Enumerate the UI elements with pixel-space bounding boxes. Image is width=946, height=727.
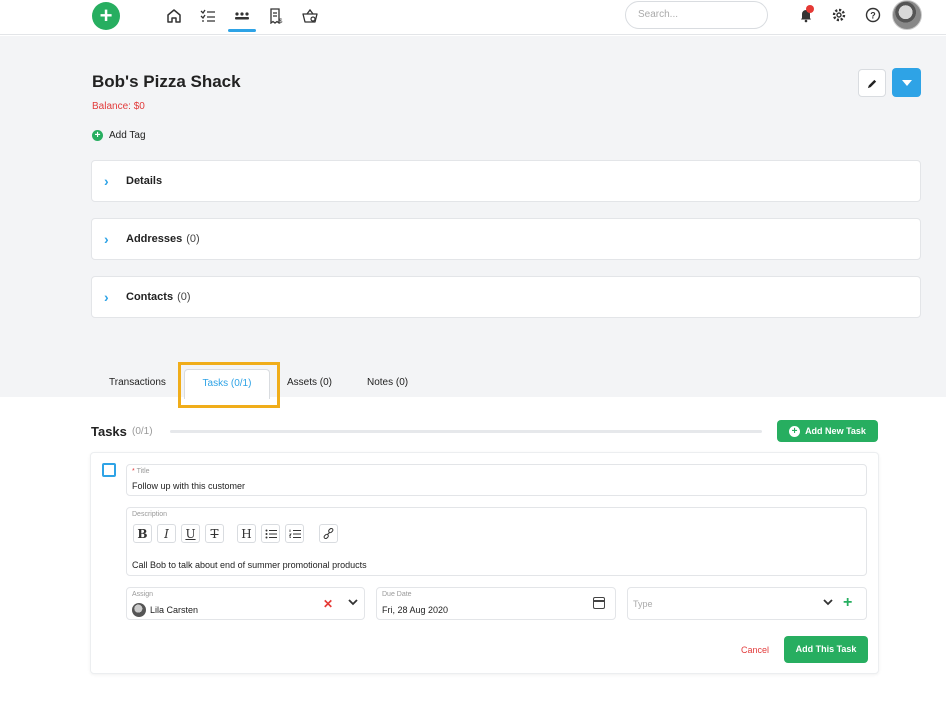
svg-text:?: ?: [870, 11, 876, 21]
addresses-panel[interactable]: › Addresses (0): [91, 218, 921, 260]
panel-label: Details: [126, 175, 163, 187]
tasks-progress-bar: [170, 430, 762, 433]
due-date-value: Fri, 28 Aug 2020: [382, 605, 449, 615]
due-date-label: Due Date: [382, 591, 412, 598]
assignee-avatar: [132, 603, 146, 617]
chevron-right-icon: ›: [104, 289, 109, 305]
chevron-down-icon[interactable]: [348, 598, 358, 609]
type-placeholder: Type: [633, 599, 653, 609]
task-description-label: Description: [132, 511, 168, 518]
bold-button[interactable]: B: [133, 524, 152, 543]
bullet-list-button[interactable]: [261, 524, 280, 543]
panel-label: Contacts: [126, 291, 174, 303]
tasks-heading: Tasks: [91, 424, 127, 439]
strikethrough-button[interactable]: T: [205, 524, 224, 543]
panel-count: (0): [186, 233, 200, 245]
caret-down-icon: [901, 79, 912, 86]
task-title-label: * Title: [132, 468, 150, 475]
svg-text:$: $: [279, 19, 283, 24]
contacts-icon[interactable]: [232, 6, 252, 26]
add-type-icon[interactable]: +: [843, 594, 852, 612]
add-tag-label: Add Tag: [109, 130, 146, 141]
user-avatar[interactable]: [892, 0, 922, 30]
task-list-icon[interactable]: [198, 6, 218, 26]
basket-icon[interactable]: [300, 6, 320, 26]
due-date-field[interactable]: [376, 587, 616, 620]
italic-button[interactable]: I: [157, 524, 176, 543]
task-complete-checkbox[interactable]: [102, 463, 116, 477]
assign-value: Lila Carsten: [150, 605, 199, 615]
add-tag-link[interactable]: + Add Tag: [92, 130, 146, 141]
cancel-link[interactable]: Cancel: [741, 645, 769, 655]
panel-count: (0): [177, 291, 191, 303]
settings-gear-icon[interactable]: [829, 5, 849, 25]
assign-label: Assign: [132, 591, 154, 598]
link-button[interactable]: [319, 524, 338, 543]
add-new-task-button[interactable]: + Add New Task: [777, 420, 878, 442]
tasks-count: (0/1): [132, 426, 153, 437]
tab-notes[interactable]: Notes (0): [367, 377, 408, 388]
chevron-right-icon: ›: [104, 231, 109, 247]
home-icon[interactable]: [164, 6, 184, 26]
numbered-list-icon: [288, 529, 301, 538]
underline-button[interactable]: U: [181, 524, 200, 543]
heading-button[interactable]: H: [237, 524, 256, 543]
help-icon[interactable]: ?: [863, 5, 883, 25]
notification-badge: [806, 5, 814, 13]
numbered-list-button[interactable]: [285, 524, 304, 543]
search-input[interactable]: Search...: [625, 1, 768, 29]
clear-assign-icon[interactable]: ✕: [323, 597, 333, 611]
top-navbar: + $ Search... ?: [0, 0, 946, 35]
task-description-value: Call Bob to talk about end of summer pro…: [132, 560, 367, 570]
chevron-down-icon[interactable]: [823, 598, 833, 609]
details-panel[interactable]: › Details: [91, 160, 921, 202]
task-title-field[interactable]: [126, 464, 867, 496]
active-nav-indicator: [228, 29, 256, 32]
panel-label: Addresses: [126, 233, 183, 245]
tab-transactions[interactable]: Transactions: [109, 377, 166, 388]
link-icon: [323, 528, 334, 539]
add-new-task-label: Add New Task: [805, 426, 866, 436]
actions-dropdown-button[interactable]: [892, 68, 921, 97]
invoice-icon[interactable]: $: [266, 6, 286, 26]
tab-highlight-box: [178, 362, 280, 408]
bullet-list-icon: [265, 529, 277, 538]
tab-assets[interactable]: Assets (0): [287, 377, 332, 388]
plus-circle-icon: +: [789, 425, 801, 437]
create-new-button[interactable]: +: [92, 2, 120, 30]
edit-button[interactable]: [858, 69, 886, 97]
add-this-task-button[interactable]: Add This Task: [784, 636, 868, 663]
plus-circle-icon: +: [92, 130, 103, 141]
chevron-right-icon: ›: [104, 173, 109, 189]
calendar-icon[interactable]: [593, 597, 605, 609]
pencil-icon: [867, 79, 876, 88]
page-title: Bob's Pizza Shack: [92, 72, 241, 91]
contacts-panel[interactable]: › Contacts (0): [91, 276, 921, 318]
task-title-value: Follow up with this customer: [132, 481, 246, 491]
balance-text: Balance: $0: [92, 101, 145, 112]
